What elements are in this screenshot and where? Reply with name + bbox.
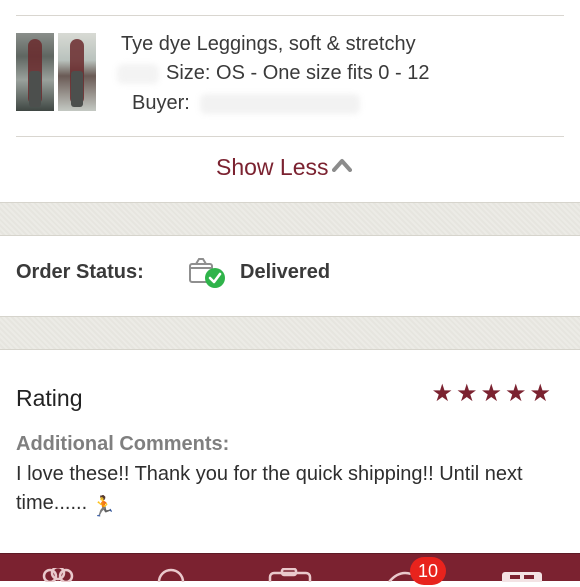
item-title: Tye dye Leggings, soft & stretchy (121, 33, 416, 55)
additional-comments-label: Additional Comments: (16, 433, 230, 455)
star-icon: ★ (529, 380, 551, 407)
mid-divider (16, 136, 564, 137)
star-icon: ★ (431, 380, 453, 407)
comment-text: I love these!! Thank you for the quick s… (16, 460, 564, 522)
redacted-buyer-name (200, 94, 360, 114)
order-status-label: Order Status: (16, 261, 144, 283)
buyer-label: Buyer: (132, 92, 190, 114)
show-less-label: Show Less (216, 154, 329, 180)
camera-icon[interactable] (268, 567, 312, 587)
star-icon: ★ (480, 380, 502, 407)
rating-label: Rating (16, 385, 83, 411)
item-photo-2[interactable] (58, 33, 96, 111)
top-divider (16, 15, 564, 16)
star-icon: ★ (504, 380, 527, 407)
package-delivered-icon (188, 256, 228, 290)
section-separator (0, 202, 580, 236)
community-icon[interactable] (38, 565, 78, 587)
show-less-button[interactable]: Show Less (216, 154, 352, 181)
rating-stars: ★ ★ ★ ★ ★ (430, 379, 553, 408)
item-card: Tye dye Leggings, soft & stretchy Size: … (0, 0, 580, 202)
size-value: OS - One size fits 0 - 12 (216, 62, 430, 84)
search-icon[interactable] (155, 568, 187, 587)
section-separator (0, 316, 580, 350)
bottom-tab-bar (0, 553, 580, 587)
chevron-up-icon (331, 158, 352, 176)
redacted-price (117, 64, 159, 84)
item-buyer: Buyer: (132, 92, 190, 115)
item-photo-1[interactable] (16, 33, 54, 111)
runner-emoji: 🏃 (91, 496, 117, 518)
order-status-value: Delivered (240, 261, 331, 283)
item-size: Size: OS - One size fits 0 - 12 (166, 62, 429, 85)
size-label: Size: (166, 62, 211, 84)
news-badge: 10 (410, 557, 446, 585)
star-icon: ★ (455, 380, 478, 407)
closet-icon[interactable] (500, 568, 544, 587)
